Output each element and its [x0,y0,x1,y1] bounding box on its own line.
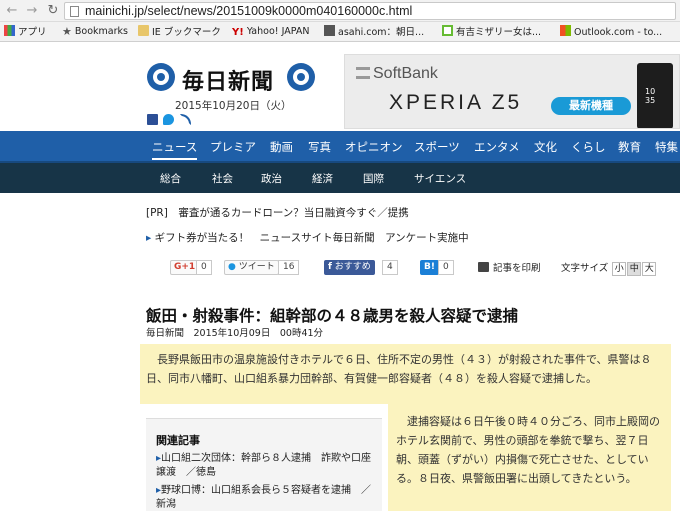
bookmark-ie[interactable]: IE ブックマーク [138,25,221,39]
folder-icon [138,25,149,36]
nav-photo[interactable]: 写真 [308,139,331,155]
bookmark-outlook[interactable]: Outlook.com - to... [560,25,662,39]
subnav-economy[interactable]: 経済 [312,171,333,186]
emblem-icon [147,63,175,91]
nav-entame[interactable]: エンタメ [474,139,520,155]
page-icon [70,6,79,17]
bookmark-misery[interactable]: 有吉ミザリー女は... [442,25,541,39]
arrow-icon: ▸ [146,232,152,244]
subnav-international[interactable]: 国際 [363,171,384,186]
bookmark-apps[interactable]: アプリ [4,25,47,39]
nav-news[interactable]: ニュース [152,139,198,160]
nav-feature[interactable]: 特集 [655,139,678,155]
microsoft-icon [560,25,571,36]
article-lead: 長野県飯田市の温泉施設付きホテルで６日、住所不定の男性（４３）が射殺された事件で… [140,344,671,404]
emblem-icon [287,63,315,91]
subnav-society[interactable]: 社会 [212,171,233,186]
google-plus-count: 0 [196,260,212,275]
google-plus-button[interactable]: G+1 [170,260,200,275]
hatena-bookmark-button[interactable]: B! [420,260,439,275]
phone-time: 10 35 [645,87,656,105]
font-size-medium[interactable]: 中 [627,262,642,276]
back-arrow-icon[interactable]: ← [4,3,20,19]
nav-video[interactable]: 動画 [270,139,293,155]
facebook-recommend-button[interactable]: f おすすめ [324,260,375,275]
nav-sports[interactable]: スポーツ [414,139,460,155]
softbank-logo-icon [356,67,370,79]
twitter-icon: ● [228,262,236,272]
related-title: 関連記事 [156,434,200,447]
bookmark-yahoo[interactable]: Y! Yahoo! JAPAN [232,25,309,39]
secondary-nav: 総合 社会 政治 経済 国際 サイエンス [0,163,680,193]
font-size-control: 文字サイズ 小中大 [561,260,657,276]
hatena-count: 0 [438,260,454,275]
ad-badge: 最新機種 [551,97,631,115]
asahi-icon [324,25,335,36]
rss-icon[interactable] [180,114,191,125]
nav-culture[interactable]: 文化 [534,139,557,155]
nav-education[interactable]: 教育 [618,139,641,155]
survey-link[interactable]: ▸ ギフト券が当たる！ ニュースサイト毎日新聞 アンケート実施中 [146,230,469,245]
print-button[interactable]: 記事を印刷 [478,260,541,274]
pr-link[interactable]: [PR] 審査が通るカードローン？当日融資今すぐ／提携 [146,205,409,220]
printer-icon [478,262,489,272]
current-date: 2015年10月20日（火） [175,100,292,112]
logo-text: 毎日新聞 [182,69,275,95]
address-bar[interactable]: mainichi.jp/select/news/20151009k0000m04… [64,2,676,20]
facebook-icon: f [328,262,332,272]
apps-icon [4,25,15,36]
subnav-science[interactable]: サイエンス [414,171,466,186]
article-byline: 毎日新聞 2015年10月09日 00時41分 [146,328,324,339]
twitter-icon[interactable] [163,114,174,125]
nav-opinion[interactable]: オピニオン [345,139,403,155]
facebook-count: 4 [382,260,398,275]
facebook-icon[interactable] [147,114,158,125]
ad-model: XPERIA Z5 [389,91,523,114]
article-headline: 飯田・射殺事件：組幹部の４８歳男を殺人容疑で逮捕 [146,307,519,325]
related-link[interactable]: ▸野球口博：山口組系会長ら５容疑者を逮捕 ／新潟 [156,484,380,511]
font-size-small[interactable]: 小 [612,262,627,276]
related-articles: 関連記事 ▸山口組二次団体：幹部ら８人逮捕 詐欺や口座譲渡 ／徳島 ▸野球口博：… [146,418,382,511]
nav-premier[interactable]: プレミア [210,139,256,155]
subnav-politics[interactable]: 政治 [261,171,282,186]
tweet-button[interactable]: ● ツイート [224,260,279,275]
bookmarks-bar: アプリ ★ Bookmarks IE ブックマーク Y! Yahoo! JAPAN … [0,22,680,42]
primary-nav: ニュース プレミア 動画 写真 オピニオン スポーツ エンタメ 文化 くらし 教… [0,131,680,163]
green-icon [442,25,453,36]
bookmark-bookmarks[interactable]: ★ Bookmarks [62,25,128,39]
yahoo-icon: Y! [232,27,244,38]
subnav-general[interactable]: 総合 [160,171,181,186]
star-icon: ★ [62,25,72,38]
font-size-large[interactable]: 大 [642,262,657,276]
url-text[interactable]: mainichi.jp/select/news/20151009k0000m04… [85,4,412,18]
advertisement-banner[interactable]: SoftBank XPERIA Z5 最新機種 10 35 [344,54,680,129]
forward-arrow-icon[interactable]: → [24,3,40,19]
tweet-count: 16 [278,260,300,275]
browser-toolbar: ← → ↻ mainichi.jp/select/news/20151009k0… [0,0,680,22]
site-header: 毎日新聞 2015年10月20日（火） SoftBank XPERIA Z5 最… [0,43,680,131]
nav-life[interactable]: くらし [571,139,606,155]
ad-brand: SoftBank [356,65,438,83]
related-link[interactable]: ▸山口組二次団体：幹部ら８人逮捕 詐欺や口座譲渡 ／徳島 [156,452,380,480]
article-body: 逮捕容疑は６日午後０時４０分ごろ、同市上殿岡のホテル玄関前で、男性の頭部を拳銃で… [388,404,671,511]
bookmark-asahi[interactable]: asahi.com：朝日... [324,25,424,39]
reload-icon[interactable]: ↻ [45,3,61,19]
